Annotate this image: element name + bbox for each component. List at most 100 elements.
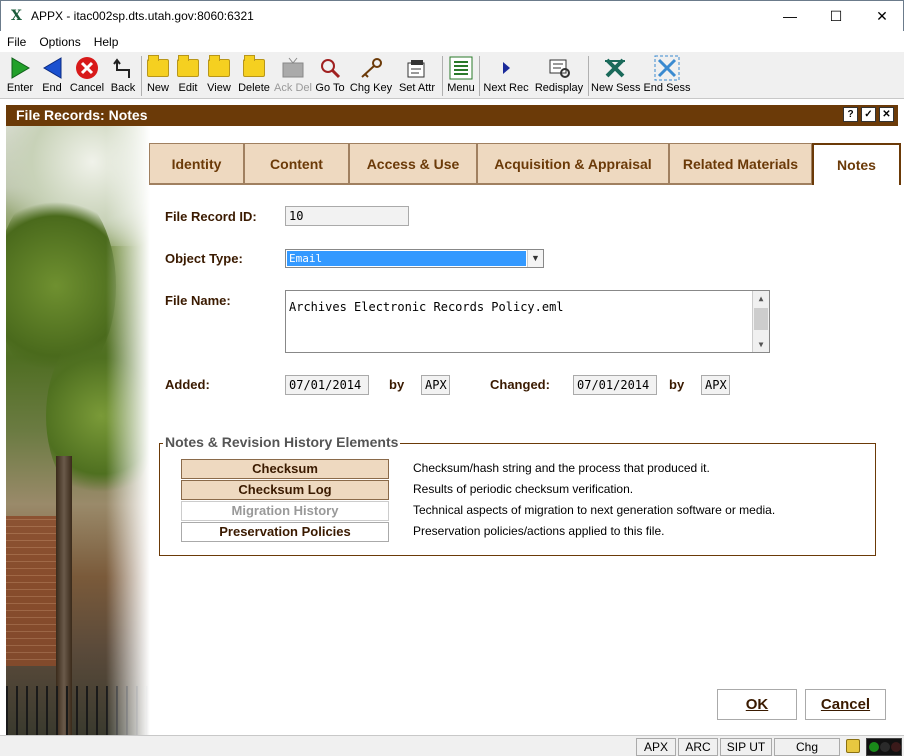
end-sess-button[interactable]: End Sess [642,54,692,98]
edit-folder-icon [177,54,199,77]
back-arrow-icon [43,56,62,79]
toolbar-separator [479,56,480,96]
scroll-up-icon[interactable]: ▲ [753,291,769,306]
magnifier-icon [321,58,341,78]
status-apx: APX [636,738,676,756]
object-type-value: Email [287,251,526,266]
menu-bar: File Options Help [0,31,904,52]
file-record-id-label: File Record ID: [165,209,257,224]
close-window-button[interactable]: ✕ [859,1,904,32]
new-sess-button[interactable]: New Sess [591,54,641,98]
maximize-button[interactable]: ☐ [813,1,859,32]
status-sip-ut: SIP UT [720,738,772,756]
minimize-button[interactable]: — [767,1,813,32]
added-by-field: APX [421,375,450,395]
chevron-down-icon[interactable]: ▼ [527,250,543,267]
end-session-icon [654,55,680,80]
menu-list-icon [449,56,473,79]
tab-related-materials[interactable]: Related Materials [669,143,812,184]
attributes-icon [407,59,425,77]
tab-content[interactable]: Content [244,143,349,184]
appx-logo-icon: X [11,8,22,24]
notes-group-title: Notes & Revision History Elements [163,434,401,450]
new-session-icon [605,58,625,77]
toolbar-separator [588,56,589,96]
tab-notes[interactable]: Notes [812,143,901,185]
file-record-id-field: 10 [285,206,409,226]
changed-date-field: 07/01/2014 [573,375,657,395]
status-lights-icon [866,738,902,756]
added-label: Added: [165,377,210,392]
view-button[interactable]: View [205,54,233,98]
menu-options[interactable]: Options [32,31,86,49]
tv-icon [282,57,304,77]
chg-key-button[interactable]: Chg Key [348,54,394,98]
checksum-desc: Checksum/hash string and the process tha… [413,461,710,475]
toolbar-separator [442,56,443,96]
cancel-dialog-button[interactable]: Cancel [805,689,886,720]
next-arrow-icon [503,61,510,74]
file-name-value: Archives Electronic Records Policy.eml [289,300,564,314]
preservation-policies-desc: Preservation policies/actions applied to… [413,524,665,538]
redisplay-icon [549,59,570,78]
form-close-button[interactable]: ✕ [879,107,894,122]
set-attr-button[interactable]: Set Attr [396,54,438,98]
window-title-bar: X APPX - itac002sp.dts.utah.gov:8060:632… [0,0,904,31]
tab-acquisition-appraisal[interactable]: Acquisition & Appraisal [477,143,669,184]
enter-button[interactable]: Enter [4,54,36,98]
play-icon [11,56,30,79]
menu-help[interactable]: Help [87,31,125,49]
scroll-down-icon[interactable]: ▼ [753,337,769,352]
toolbar: Enter End Cancel Back New Edit View Dele… [0,52,904,99]
cancel-icon [76,56,98,79]
help-button[interactable]: ? [843,107,858,122]
migration-history-desc: Technical aspects of migration to next g… [413,503,776,517]
file-name-scrollbar[interactable]: ▲ ▼ [752,291,769,352]
form-title-bar: File Records: Notes [6,105,898,126]
back-button[interactable]: Back [108,54,138,98]
added-date-field: 07/01/2014 [285,375,369,395]
ack-del-button[interactable]: Ack Del [274,54,312,98]
file-name-field[interactable]: Archives Electronic Records Policy.eml ▲… [285,290,770,353]
scroll-thumb[interactable] [754,308,768,330]
changed-by-field: APX [701,375,730,395]
ok-button[interactable]: OK [717,689,797,720]
cancel-button[interactable]: Cancel [68,54,106,98]
new-button[interactable]: New [144,54,172,98]
status-bar: APX ARC SIP UT Chg [0,735,904,756]
status-arc: ARC [678,738,718,756]
delete-button[interactable]: Delete [236,54,272,98]
checksum-button[interactable]: Checksum [181,459,389,479]
next-rec-button[interactable]: Next Rec [482,54,530,98]
preservation-policies-button[interactable]: Preservation Policies [181,522,389,542]
toolbar-separator [141,56,142,96]
changed-label: Changed: [490,377,550,392]
confirm-button[interactable]: ✓ [861,107,876,122]
window-title: APPX - itac002sp.dts.utah.gov:8060:6321 [31,9,254,23]
key-icon [361,57,382,78]
migration-history-button[interactable]: Migration History [181,501,389,521]
tab-divider [149,184,812,185]
side-photo [6,126,150,736]
checksum-log-button[interactable]: Checksum Log [181,480,389,500]
lock-icon [846,739,860,753]
checksum-log-desc: Results of periodic checksum verificatio… [413,482,634,496]
tab-identity[interactable]: Identity [149,143,244,184]
tab-access-use[interactable]: Access & Use [349,143,477,184]
menu-button[interactable]: Menu [445,54,477,98]
redisplay-button[interactable]: Redisplay [532,54,586,98]
view-folder-icon [208,54,230,77]
new-folder-icon [147,54,169,77]
end-button[interactable]: End [38,54,66,98]
changed-by-label: by [669,377,685,392]
menu-file[interactable]: File [0,31,32,49]
file-name-label: File Name: [165,293,231,308]
form-title: File Records: Notes [16,107,148,123]
added-by-label: by [389,377,405,392]
edit-button[interactable]: Edit [174,54,202,98]
go-to-button[interactable]: Go To [314,54,346,98]
delete-folder-icon [243,54,265,77]
back-icon [113,57,130,78]
object-type-select[interactable]: Email ▼ [285,249,544,268]
status-chg: Chg [774,738,840,756]
